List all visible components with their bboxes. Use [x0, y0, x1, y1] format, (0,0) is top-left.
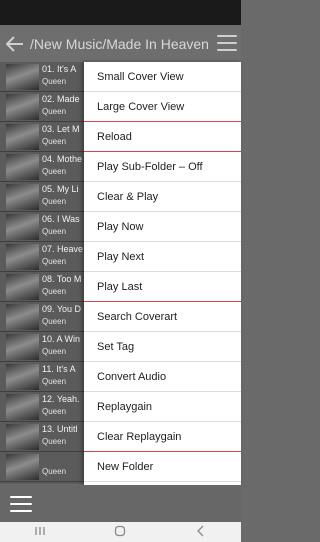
menu-item-convert-audio[interactable]: Convert Audio — [84, 362, 241, 392]
album-cover — [6, 184, 39, 210]
album-cover — [6, 244, 39, 270]
album-cover — [6, 124, 39, 150]
track-artist: Queen — [42, 257, 67, 266]
track-title: 06. I Was — [42, 214, 80, 224]
album-cover — [6, 394, 39, 420]
menu-item-play-sub-folder[interactable]: Play Sub-Folder – Off — [84, 152, 241, 182]
track-artist: Queen — [42, 137, 67, 146]
home-icon[interactable] — [110, 525, 130, 540]
album-cover — [6, 334, 39, 360]
album-cover — [6, 274, 39, 300]
list-item[interactable]: 06. I Was Queen — [0, 212, 86, 242]
list-item[interactable]: 12. Yeah. Queen — [0, 392, 86, 422]
track-artist: Queen — [42, 377, 67, 386]
track-title: 11. It's A — [42, 364, 76, 374]
context-menu: Small Cover View Large Cover View Reload… — [84, 62, 241, 485]
menu-item-new-folder[interactable]: New Folder — [84, 452, 241, 482]
track-artist: Queen — [42, 437, 67, 446]
track-title: 13. Untitl — [42, 424, 78, 434]
list-item[interactable]: 05. My Li Queen — [0, 182, 86, 212]
track-list: 01. It's A Queen 02. Made Queen 03. Let M Q… — [0, 62, 86, 484]
track-title: 02. Made — [42, 94, 80, 104]
menu-item-reload[interactable]: Reload — [84, 122, 241, 152]
track-artist: Queen — [42, 167, 67, 176]
arrow-left-icon — [6, 35, 23, 52]
hamburger-icon[interactable] — [217, 35, 237, 51]
list-item[interactable]: 11. It's A Queen — [0, 362, 86, 392]
track-title: 10. A Win — [42, 334, 81, 344]
track-artist: Queen — [42, 317, 67, 326]
album-cover — [6, 214, 39, 240]
album-cover — [6, 364, 39, 390]
bottom-bar — [0, 485, 241, 522]
menu-item-clear-replaygain[interactable]: Clear Replaygain — [84, 422, 241, 452]
album-cover — [6, 454, 39, 480]
hamburger-icon[interactable] — [10, 496, 32, 512]
track-title: 07. Heave — [42, 244, 84, 254]
album-cover — [6, 424, 39, 450]
track-title: 08. Too M — [42, 274, 82, 284]
system-nav-bar — [0, 522, 241, 542]
album-cover — [6, 304, 39, 330]
recent-apps-icon[interactable] — [30, 526, 50, 539]
list-item[interactable]: 02. Made Queen — [0, 92, 86, 122]
list-item[interactable]: 13. Untitl Queen — [0, 422, 86, 452]
track-artist: Queen — [42, 467, 67, 476]
menu-item-large-cover-view[interactable]: Large Cover View — [84, 92, 241, 122]
top-bar: /New Music/Made In Heaven — [0, 25, 241, 62]
menu-item-play-now[interactable]: Play Now — [84, 212, 241, 242]
list-item[interactable]: 04. Mothe Queen — [0, 152, 86, 182]
track-title: 03. Let M — [42, 124, 80, 134]
list-item[interactable]: 08. Too M Queen — [0, 272, 86, 302]
menu-item-small-cover-view[interactable]: Small Cover View — [84, 62, 241, 92]
track-title: 09. You D — [42, 304, 82, 314]
list-item[interactable]: 10. A Win Queen — [0, 332, 86, 362]
menu-item-search-coverart[interactable]: Search Coverart — [84, 302, 241, 332]
album-cover — [6, 154, 39, 180]
track-artist: Queen — [42, 287, 67, 296]
list-item[interactable]: 01. It's A Queen — [0, 62, 86, 92]
list-item[interactable]: Queen — [0, 452, 86, 482]
album-cover — [6, 64, 39, 90]
menu-item-set-tag[interactable]: Set Tag — [84, 332, 241, 362]
track-artist: Queen — [42, 197, 67, 206]
list-item[interactable]: 03. Let M Queen — [0, 122, 86, 152]
track-title: 01. It's A — [42, 64, 77, 74]
track-artist: Queen — [42, 347, 67, 356]
menu-item-play-next[interactable]: Play Next — [84, 242, 241, 272]
chevron-left-icon[interactable] — [191, 525, 211, 540]
folder-path: /New Music/Made In Heaven — [30, 35, 208, 52]
list-item[interactable]: 07. Heave Queen — [0, 242, 86, 272]
menu-item-play-last[interactable]: Play Last — [84, 272, 241, 302]
track-artist: Queen — [42, 227, 67, 236]
menu-item-clear-and-play[interactable]: Clear & Play — [84, 182, 241, 212]
track-artist: Queen — [42, 107, 67, 116]
track-title: 04. Mothe — [42, 154, 83, 164]
menu-item-replaygain[interactable]: Replaygain — [84, 392, 241, 422]
back-button[interactable] — [0, 25, 30, 62]
track-title: 12. Yeah. — [42, 394, 80, 404]
album-cover — [6, 94, 39, 120]
track-artist: Queen — [42, 407, 67, 416]
track-title: 05. My Li — [42, 184, 79, 194]
list-item[interactable]: 09. You D Queen — [0, 302, 86, 332]
status-bar — [0, 0, 241, 25]
track-artist: Queen — [42, 77, 67, 86]
